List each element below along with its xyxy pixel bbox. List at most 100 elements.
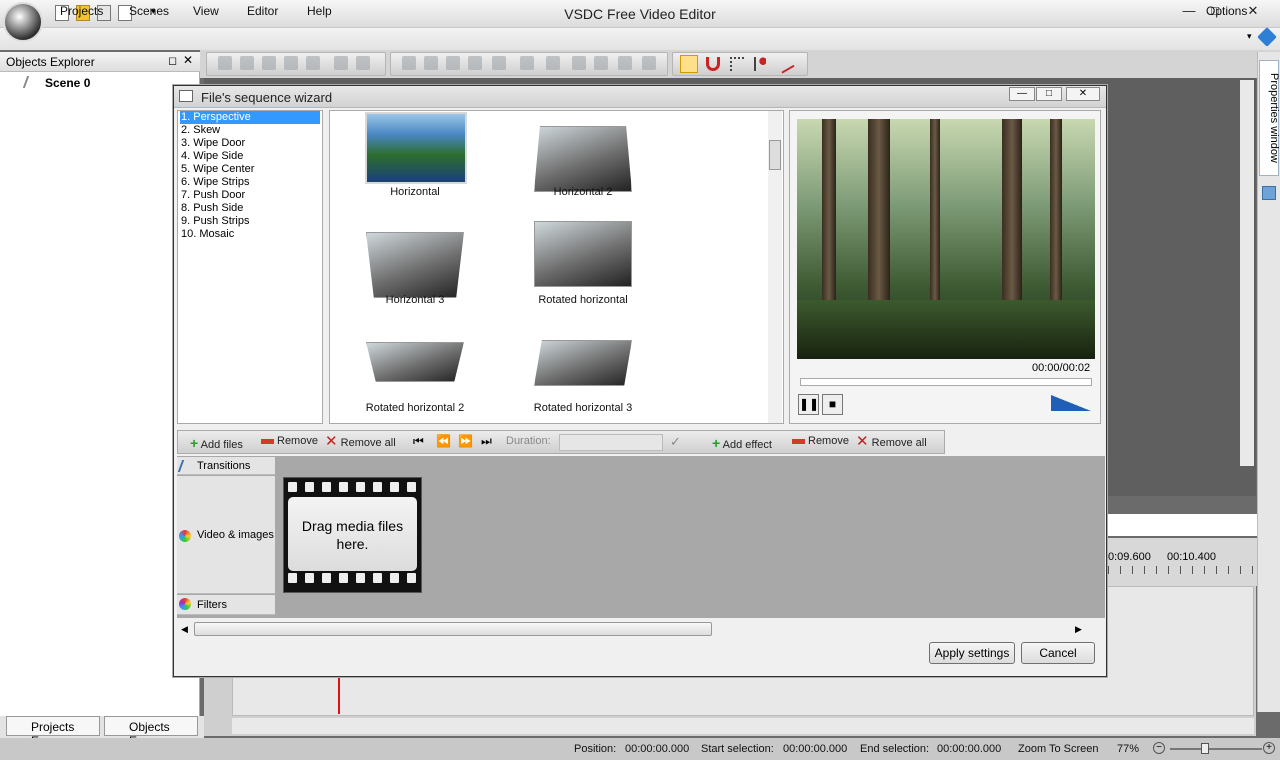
objects-explorer-title: Objects Explorer bbox=[6, 55, 95, 69]
preset-caption: Rotated horizontal 2 bbox=[365, 402, 465, 414]
first-frame-icon[interactable]: ⏮ bbox=[413, 434, 424, 449]
scroll-right-icon[interactable]: ▶ bbox=[1075, 624, 1082, 635]
options-chevron-icon[interactable]: ▾ bbox=[1247, 31, 1252, 42]
film-hole bbox=[390, 573, 399, 583]
playhead-cursor[interactable] bbox=[338, 678, 340, 714]
minimize-button[interactable]: — bbox=[1176, 2, 1202, 20]
minus-icon bbox=[792, 438, 805, 444]
fit-icon[interactable] bbox=[492, 56, 506, 70]
film-hole bbox=[407, 573, 416, 583]
zoom-slider-thumb[interactable] bbox=[1201, 743, 1209, 754]
menu-projects[interactable]: Projects bbox=[60, 4, 103, 18]
film-hole bbox=[407, 482, 416, 492]
tab-objects-explorer[interactable]: Objects Ex... bbox=[104, 716, 198, 748]
preview-progress-bar[interactable] bbox=[800, 378, 1092, 386]
menu-view[interactable]: View bbox=[193, 4, 219, 18]
panel-close-icon[interactable]: ✕ bbox=[183, 53, 193, 67]
magnet-icon[interactable] bbox=[706, 57, 720, 71]
dialog-minimize-button[interactable]: — bbox=[1009, 87, 1035, 101]
pin-icon[interactable]: ◻ bbox=[168, 54, 177, 67]
effect-list-item[interactable]: 7. Push Door bbox=[180, 189, 320, 202]
add-files-button[interactable]: + Add files bbox=[190, 435, 243, 451]
align-right-icon[interactable] bbox=[446, 56, 460, 70]
delete-icon[interactable] bbox=[284, 56, 298, 70]
last-frame-icon[interactable]: ⏭ bbox=[481, 434, 492, 449]
tree-item-scene[interactable]: Scene 0 bbox=[45, 76, 90, 90]
cancel-button[interactable]: Cancel bbox=[1021, 642, 1095, 664]
pause-button[interactable]: ❚❚ bbox=[798, 394, 819, 415]
preset-thumbnail[interactable] bbox=[366, 232, 464, 298]
align-left-icon[interactable] bbox=[402, 56, 416, 70]
menu-scenes[interactable]: Scenes bbox=[129, 4, 169, 18]
menu-options[interactable]: Options bbox=[1206, 4, 1247, 18]
dialog-close-button[interactable]: ✕ bbox=[1066, 87, 1100, 101]
effect-list-item[interactable]: 9. Push Strips bbox=[180, 215, 320, 228]
tracks-scroll-thumb[interactable] bbox=[194, 622, 712, 636]
menu-editor[interactable]: Editor bbox=[247, 4, 278, 18]
duration-input[interactable] bbox=[559, 434, 663, 451]
preset-thumbnail[interactable] bbox=[365, 112, 467, 184]
arrow-right-icon[interactable] bbox=[546, 56, 560, 70]
effect-list-item[interactable]: 5. Wipe Center bbox=[180, 163, 320, 176]
undo-icon[interactable] bbox=[334, 56, 348, 70]
start-selection-label: Start selection: bbox=[701, 743, 774, 755]
menu-help[interactable]: Help bbox=[307, 4, 332, 18]
scroll-left-icon[interactable]: ◀ bbox=[181, 624, 188, 635]
effect-list-item[interactable]: 6. Wipe Strips bbox=[180, 176, 320, 189]
paste-icon[interactable] bbox=[262, 56, 276, 70]
tab-projects-explorer[interactable]: Projects Ex... bbox=[6, 716, 100, 748]
film-hole bbox=[373, 573, 382, 583]
marker-icon[interactable] bbox=[754, 57, 766, 71]
redo-icon[interactable] bbox=[356, 56, 370, 70]
apply-duration-check-icon[interactable]: ✓ bbox=[670, 434, 681, 450]
arrow-up-icon[interactable] bbox=[572, 56, 586, 70]
remove-effect-button[interactable]: Remove bbox=[792, 435, 849, 447]
stop-button[interactable]: ■ bbox=[822, 394, 843, 415]
app-logo-icon[interactable] bbox=[3, 2, 43, 42]
preset-thumbnail[interactable] bbox=[534, 126, 632, 192]
effect-list-item[interactable]: 4. Wipe Side bbox=[180, 150, 320, 163]
preset-thumbnail[interactable] bbox=[366, 342, 464, 382]
remove-all-button[interactable]: ✕ Remove all bbox=[325, 432, 396, 450]
rewind-icon[interactable]: ⏪ bbox=[436, 434, 451, 448]
remove-effect-label: Remove bbox=[808, 435, 849, 447]
zoom-slider[interactable] bbox=[1170, 748, 1262, 750]
zoom-out-icon[interactable]: − bbox=[1153, 742, 1165, 754]
align-top-icon[interactable] bbox=[468, 56, 482, 70]
gallery-scroll-thumb[interactable] bbox=[769, 140, 781, 170]
zoom-to-screen-button[interactable]: Zoom To Screen bbox=[1018, 743, 1099, 755]
forward-icon[interactable]: ⏩ bbox=[458, 434, 473, 448]
effect-list-item[interactable]: 1. Perspective bbox=[180, 111, 320, 124]
effect-list-item[interactable]: 8. Push Side bbox=[180, 202, 320, 215]
resources-window-icon[interactable] bbox=[1262, 186, 1276, 200]
film-hole bbox=[305, 482, 314, 492]
arrow-down-icon[interactable] bbox=[594, 56, 608, 70]
zoom-in-icon[interactable]: + bbox=[1263, 742, 1275, 754]
timeline-horizontal-scrollbar[interactable] bbox=[232, 718, 1254, 734]
preset-thumbnail[interactable] bbox=[534, 340, 632, 386]
remove-all-effects-button[interactable]: ✕ Remove all bbox=[856, 432, 927, 450]
effect-list-item[interactable]: 3. Wipe Door bbox=[180, 137, 320, 150]
crop-icon[interactable] bbox=[306, 56, 320, 70]
align-center-icon[interactable] bbox=[424, 56, 438, 70]
arrow-left-icon[interactable] bbox=[520, 56, 534, 70]
add-effect-button[interactable]: + Add effect bbox=[712, 435, 772, 451]
track-video-images: Video & images bbox=[177, 476, 275, 594]
effect-list-item[interactable]: 2. Skew bbox=[180, 124, 320, 137]
effect-list-item[interactable]: 10. Mosaic bbox=[180, 228, 320, 241]
cut-icon[interactable] bbox=[218, 56, 232, 70]
remove-button[interactable]: Remove bbox=[261, 435, 318, 447]
preset-caption: Rotated horizontal bbox=[538, 294, 628, 306]
group-icon[interactable] bbox=[618, 56, 632, 70]
volume-icon[interactable] bbox=[1051, 395, 1091, 411]
preset-thumbnail[interactable] bbox=[534, 221, 632, 287]
selection-icon[interactable] bbox=[730, 57, 744, 71]
timeline-tick: 00:10.400 bbox=[1167, 551, 1216, 563]
ungroup-icon[interactable] bbox=[642, 56, 656, 70]
preset-caption: Horizontal 2 bbox=[553, 186, 613, 198]
copy-icon[interactable] bbox=[240, 56, 254, 70]
dialog-maximize-button[interactable]: □ bbox=[1036, 87, 1062, 101]
apply-settings-button[interactable]: Apply settings bbox=[929, 642, 1015, 664]
canvas-vertical-scrollbar[interactable] bbox=[1240, 80, 1254, 466]
grid-icon[interactable] bbox=[680, 55, 698, 73]
